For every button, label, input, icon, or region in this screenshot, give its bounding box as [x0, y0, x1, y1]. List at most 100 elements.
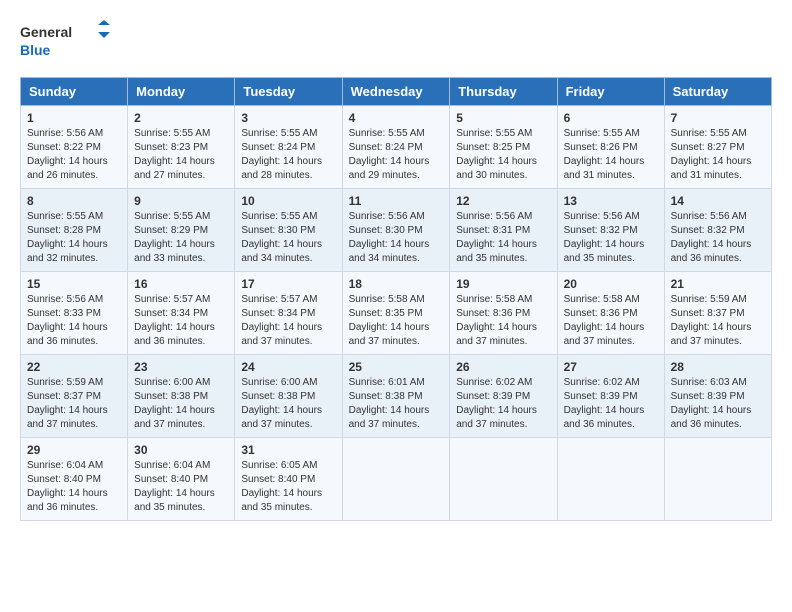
calendar: SundayMondayTuesdayWednesdayThursdayFrid…: [20, 77, 772, 521]
cell-info: Sunrise: 5:55 AMSunset: 8:25 PMDaylight:…: [456, 128, 537, 181]
logo-text: General Blue: [20, 20, 110, 67]
day-number: 22: [27, 360, 121, 374]
header-day-wednesday: Wednesday: [342, 77, 450, 105]
cell-info: Sunrise: 5:56 AMSunset: 8:30 PMDaylight:…: [349, 211, 430, 264]
calendar-cell: 30 Sunrise: 6:04 AMSunset: 8:40 PMDaylig…: [128, 437, 235, 520]
calendar-cell: 9 Sunrise: 5:55 AMSunset: 8:29 PMDayligh…: [128, 188, 235, 271]
calendar-cell: 19 Sunrise: 5:58 AMSunset: 8:36 PMDaylig…: [450, 271, 557, 354]
cell-info: Sunrise: 5:59 AMSunset: 8:37 PMDaylight:…: [27, 377, 108, 430]
calendar-cell: 2 Sunrise: 5:55 AMSunset: 8:23 PMDayligh…: [128, 105, 235, 188]
calendar-cell: [664, 437, 771, 520]
calendar-cell: 18 Sunrise: 5:58 AMSunset: 8:35 PMDaylig…: [342, 271, 450, 354]
day-number: 28: [671, 360, 765, 374]
day-number: 6: [564, 111, 658, 125]
cell-info: Sunrise: 5:58 AMSunset: 8:36 PMDaylight:…: [564, 294, 645, 347]
cell-info: Sunrise: 5:57 AMSunset: 8:34 PMDaylight:…: [134, 294, 215, 347]
day-number: 26: [456, 360, 550, 374]
cell-info: Sunrise: 5:56 AMSunset: 8:31 PMDaylight:…: [456, 211, 537, 264]
cell-info: Sunrise: 5:55 AMSunset: 8:24 PMDaylight:…: [349, 128, 430, 181]
calendar-week-row: 29 Sunrise: 6:04 AMSunset: 8:40 PMDaylig…: [21, 437, 772, 520]
cell-info: Sunrise: 5:55 AMSunset: 8:24 PMDaylight:…: [241, 128, 322, 181]
calendar-cell: 29 Sunrise: 6:04 AMSunset: 8:40 PMDaylig…: [21, 437, 128, 520]
day-number: 29: [27, 443, 121, 457]
day-number: 15: [27, 277, 121, 291]
cell-info: Sunrise: 5:56 AMSunset: 8:33 PMDaylight:…: [27, 294, 108, 347]
cell-info: Sunrise: 6:00 AMSunset: 8:38 PMDaylight:…: [134, 377, 215, 430]
day-number: 3: [241, 111, 335, 125]
calendar-cell: 14 Sunrise: 5:56 AMSunset: 8:32 PMDaylig…: [664, 188, 771, 271]
cell-info: Sunrise: 6:03 AMSunset: 8:39 PMDaylight:…: [671, 377, 752, 430]
cell-info: Sunrise: 5:56 AMSunset: 8:32 PMDaylight:…: [671, 211, 752, 264]
day-number: 21: [671, 277, 765, 291]
calendar-week-row: 8 Sunrise: 5:55 AMSunset: 8:28 PMDayligh…: [21, 188, 772, 271]
header-day-saturday: Saturday: [664, 77, 771, 105]
calendar-cell: 1 Sunrise: 5:56 AMSunset: 8:22 PMDayligh…: [21, 105, 128, 188]
day-number: 7: [671, 111, 765, 125]
day-number: 8: [27, 194, 121, 208]
day-number: 30: [134, 443, 228, 457]
calendar-cell: 25 Sunrise: 6:01 AMSunset: 8:38 PMDaylig…: [342, 354, 450, 437]
day-number: 13: [564, 194, 658, 208]
cell-info: Sunrise: 5:58 AMSunset: 8:36 PMDaylight:…: [456, 294, 537, 347]
cell-info: Sunrise: 5:55 AMSunset: 8:23 PMDaylight:…: [134, 128, 215, 181]
day-number: 5: [456, 111, 550, 125]
cell-info: Sunrise: 5:55 AMSunset: 8:30 PMDaylight:…: [241, 211, 322, 264]
day-number: 14: [671, 194, 765, 208]
calendar-cell: 23 Sunrise: 6:00 AMSunset: 8:38 PMDaylig…: [128, 354, 235, 437]
header-day-sunday: Sunday: [21, 77, 128, 105]
cell-info: Sunrise: 5:55 AMSunset: 8:27 PMDaylight:…: [671, 128, 752, 181]
calendar-cell: 31 Sunrise: 6:05 AMSunset: 8:40 PMDaylig…: [235, 437, 342, 520]
cell-info: Sunrise: 6:01 AMSunset: 8:38 PMDaylight:…: [349, 377, 430, 430]
calendar-cell: 10 Sunrise: 5:55 AMSunset: 8:30 PMDaylig…: [235, 188, 342, 271]
cell-info: Sunrise: 5:56 AMSunset: 8:22 PMDaylight:…: [27, 128, 108, 181]
calendar-cell: 26 Sunrise: 6:02 AMSunset: 8:39 PMDaylig…: [450, 354, 557, 437]
calendar-cell: 7 Sunrise: 5:55 AMSunset: 8:27 PMDayligh…: [664, 105, 771, 188]
day-number: 2: [134, 111, 228, 125]
cell-info: Sunrise: 6:05 AMSunset: 8:40 PMDaylight:…: [241, 460, 322, 513]
day-number: 27: [564, 360, 658, 374]
calendar-cell: 6 Sunrise: 5:55 AMSunset: 8:26 PMDayligh…: [557, 105, 664, 188]
calendar-cell: 4 Sunrise: 5:55 AMSunset: 8:24 PMDayligh…: [342, 105, 450, 188]
day-number: 10: [241, 194, 335, 208]
calendar-cell: [557, 437, 664, 520]
svg-text:General: General: [20, 24, 72, 40]
cell-info: Sunrise: 6:02 AMSunset: 8:39 PMDaylight:…: [564, 377, 645, 430]
calendar-cell: 27 Sunrise: 6:02 AMSunset: 8:39 PMDaylig…: [557, 354, 664, 437]
calendar-header-row: SundayMondayTuesdayWednesdayThursdayFrid…: [21, 77, 772, 105]
header-day-tuesday: Tuesday: [235, 77, 342, 105]
logo-svg: General Blue: [20, 20, 110, 62]
cell-info: Sunrise: 5:58 AMSunset: 8:35 PMDaylight:…: [349, 294, 430, 347]
header: General Blue: [20, 20, 772, 67]
calendar-cell: 8 Sunrise: 5:55 AMSunset: 8:28 PMDayligh…: [21, 188, 128, 271]
calendar-cell: [342, 437, 450, 520]
header-day-friday: Friday: [557, 77, 664, 105]
cell-info: Sunrise: 5:55 AMSunset: 8:26 PMDaylight:…: [564, 128, 645, 181]
cell-info: Sunrise: 6:00 AMSunset: 8:38 PMDaylight:…: [241, 377, 322, 430]
calendar-cell: [450, 437, 557, 520]
calendar-cell: 13 Sunrise: 5:56 AMSunset: 8:32 PMDaylig…: [557, 188, 664, 271]
header-day-monday: Monday: [128, 77, 235, 105]
day-number: 12: [456, 194, 550, 208]
calendar-cell: 5 Sunrise: 5:55 AMSunset: 8:25 PMDayligh…: [450, 105, 557, 188]
calendar-cell: 24 Sunrise: 6:00 AMSunset: 8:38 PMDaylig…: [235, 354, 342, 437]
cell-info: Sunrise: 6:04 AMSunset: 8:40 PMDaylight:…: [27, 460, 108, 513]
calendar-cell: 16 Sunrise: 5:57 AMSunset: 8:34 PMDaylig…: [128, 271, 235, 354]
calendar-cell: 12 Sunrise: 5:56 AMSunset: 8:31 PMDaylig…: [450, 188, 557, 271]
calendar-cell: 15 Sunrise: 5:56 AMSunset: 8:33 PMDaylig…: [21, 271, 128, 354]
calendar-cell: 20 Sunrise: 5:58 AMSunset: 8:36 PMDaylig…: [557, 271, 664, 354]
calendar-cell: 17 Sunrise: 5:57 AMSunset: 8:34 PMDaylig…: [235, 271, 342, 354]
calendar-cell: 3 Sunrise: 5:55 AMSunset: 8:24 PMDayligh…: [235, 105, 342, 188]
day-number: 1: [27, 111, 121, 125]
day-number: 4: [349, 111, 444, 125]
cell-info: Sunrise: 5:59 AMSunset: 8:37 PMDaylight:…: [671, 294, 752, 347]
cell-info: Sunrise: 6:04 AMSunset: 8:40 PMDaylight:…: [134, 460, 215, 513]
calendar-cell: 21 Sunrise: 5:59 AMSunset: 8:37 PMDaylig…: [664, 271, 771, 354]
day-number: 24: [241, 360, 335, 374]
day-number: 16: [134, 277, 228, 291]
cell-info: Sunrise: 6:02 AMSunset: 8:39 PMDaylight:…: [456, 377, 537, 430]
calendar-week-row: 15 Sunrise: 5:56 AMSunset: 8:33 PMDaylig…: [21, 271, 772, 354]
day-number: 20: [564, 277, 658, 291]
cell-info: Sunrise: 5:57 AMSunset: 8:34 PMDaylight:…: [241, 294, 322, 347]
calendar-cell: 28 Sunrise: 6:03 AMSunset: 8:39 PMDaylig…: [664, 354, 771, 437]
day-number: 17: [241, 277, 335, 291]
